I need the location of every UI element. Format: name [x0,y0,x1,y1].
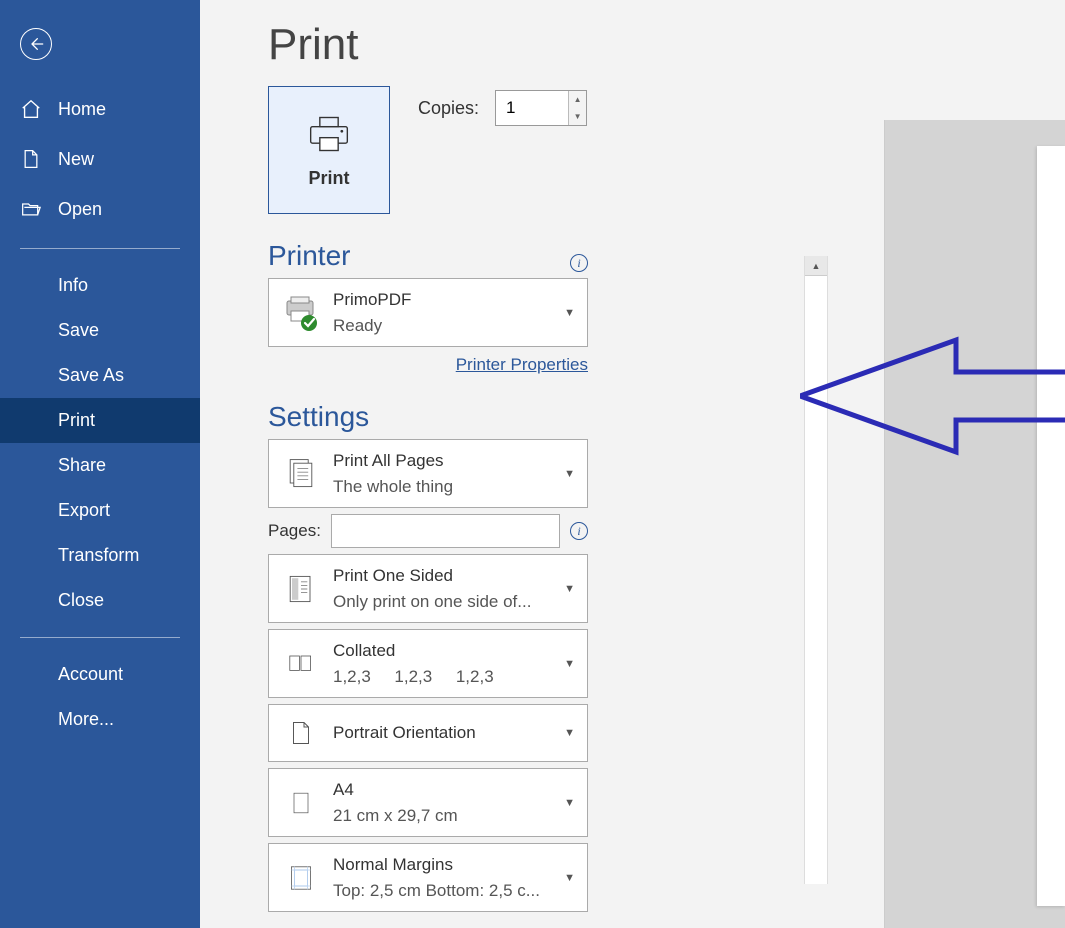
nav-print[interactable]: Print [0,398,200,443]
nav-export[interactable]: Export [0,488,200,533]
setting-sub: Top: 2,5 cm Bottom: 2,5 c... [333,878,556,904]
nav-label: Print [58,410,95,431]
printer-icon [307,112,351,156]
copies-input[interactable] [496,91,568,125]
nav-home[interactable]: Home [0,84,200,134]
copies-label: Copies: [418,98,479,119]
nav-more[interactable]: More... [0,697,200,742]
scroll-track[interactable] [805,276,827,884]
home-icon [20,98,42,120]
nav-label: Account [58,664,123,685]
setting-margins-dropdown[interactable]: Normal Margins Top: 2,5 cm Bottom: 2,5 c… [268,843,588,912]
setting-papersize-dropdown[interactable]: A4 21 cm x 29,7 cm ▼ [268,768,588,837]
nav-transform[interactable]: Transform [0,533,200,578]
nav-share[interactable]: Share [0,443,200,488]
one-sided-icon [281,569,321,609]
printer-properties-link[interactable]: Printer Properties [456,355,588,374]
portrait-icon [281,713,321,753]
collated-icon [281,644,321,684]
printer-name: PrimoPDF [333,287,556,313]
nav-open[interactable]: Open [0,184,200,234]
nav-label: Save [58,320,99,341]
setting-title: A4 [333,777,556,803]
pages-input[interactable] [331,514,560,548]
setting-sub: The whole thing [333,474,556,500]
pages-info-icon[interactable]: i [570,522,588,540]
page-title: Print [268,20,1065,70]
back-arrow-icon [28,36,44,52]
open-icon [20,198,42,220]
paper-size-icon [281,783,321,823]
setting-sides-dropdown[interactable]: Print One Sided Only print on one side o… [268,554,588,623]
nav-account[interactable]: Account [0,652,200,697]
setting-orientation-dropdown[interactable]: Portrait Orientation ▼ [268,704,588,762]
setting-collation-dropdown[interactable]: Collated 1,2,3 1,2,3 1,2,3 ▼ [268,629,588,698]
setting-sub: 21 cm x 29,7 cm [333,803,556,829]
settings-scrollbar[interactable]: ▲ [804,256,828,884]
printer-dropdown[interactable]: PrimoPDF Ready ▼ [268,278,588,347]
nav-label: More... [58,709,114,730]
setting-title: Print All Pages [333,448,556,474]
chevron-down-icon: ▼ [564,583,575,595]
nav-save[interactable]: Save [0,308,200,353]
nav-label: New [58,149,94,170]
scroll-up-icon[interactable]: ▲ [805,256,827,276]
printer-status-icon [281,293,321,333]
nav-label: Close [58,590,104,611]
setting-print-range-dropdown[interactable]: Print All Pages The whole thing ▼ [268,439,588,508]
nav-label: Info [58,275,88,296]
printer-info-icon[interactable]: i [570,254,588,272]
new-icon [20,148,42,170]
main-area: Print Print Copies: ▲ ▼ [200,0,1065,928]
printer-heading: Printer [268,240,350,272]
preview-page [1037,146,1065,906]
chevron-down-icon: ▼ [564,468,575,480]
copies-spinner[interactable]: ▲ ▼ [495,90,587,126]
nav-label: Transform [58,545,139,566]
setting-title: Print One Sided [333,563,556,589]
setting-title: Portrait Orientation [333,720,556,746]
setting-sub: Only print on one side of... [333,589,556,615]
pages-label: Pages: [268,521,321,541]
nav-separator [20,637,180,638]
chevron-down-icon: ▼ [564,307,575,319]
copies-down-icon[interactable]: ▼ [569,108,586,125]
backstage-sidebar: Home New Open Info Save Save As Print Sh… [0,0,200,928]
back-button[interactable] [20,28,52,60]
print-tile-label: Print [308,168,349,189]
nav-info[interactable]: Info [0,263,200,308]
nav-separator [20,248,180,249]
chevron-down-icon: ▼ [564,872,575,884]
chevron-down-icon: ▼ [564,658,575,670]
printer-status: Ready [333,313,556,339]
nav-label: Share [58,455,106,476]
copies-up-icon[interactable]: ▲ [569,91,586,108]
settings-heading: Settings [268,401,588,433]
nav-close[interactable]: Close [0,578,200,623]
nav-saveas[interactable]: Save As [0,353,200,398]
chevron-down-icon: ▼ [564,797,575,809]
setting-title: Normal Margins [333,852,556,878]
nav-label: Save As [58,365,124,386]
print-button-tile[interactable]: Print [268,86,390,214]
nav-label: Export [58,500,110,521]
pages-icon [281,454,321,494]
nav-new[interactable]: New [0,134,200,184]
setting-sub: 1,2,3 1,2,3 1,2,3 [333,664,556,690]
margins-icon [281,858,321,898]
nav-label: Home [58,99,106,120]
chevron-down-icon: ▼ [564,727,575,739]
setting-title: Collated [333,638,556,664]
nav-label: Open [58,199,102,220]
